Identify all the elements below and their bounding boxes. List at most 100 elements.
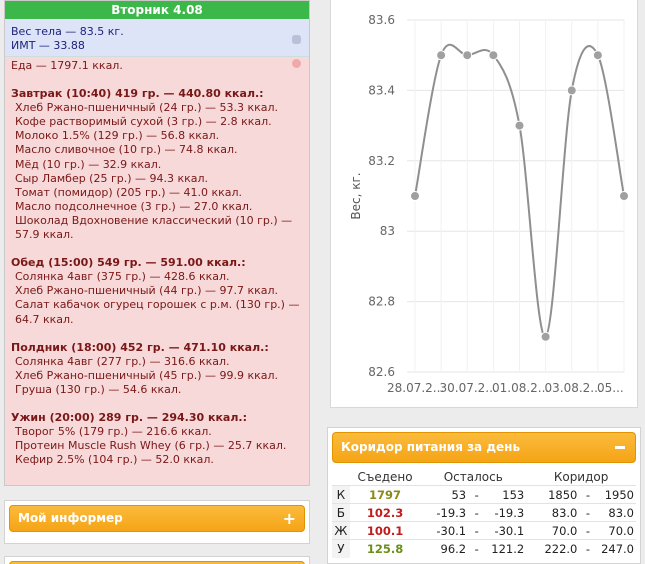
informer-widget: Мой информер + [4, 500, 310, 544]
corridor-toggle[interactable]: Коридор питания за день [332, 432, 636, 463]
corridor-max: 70.0 [596, 521, 636, 540]
header-spacer [332, 469, 350, 486]
plus-icon[interactable]: + [283, 506, 296, 531]
day-title: Вторник 4.08 [5, 1, 309, 19]
corridor-min: 1850 [526, 485, 580, 504]
x-tick-label: 30.07.2... [440, 381, 497, 395]
corridor-max: 247.0 [596, 539, 636, 558]
meal-title: Полдник (18:00) 452 гр. — 471.10 ккал.: [11, 340, 269, 354]
meal-item: 64.7 ккал. [15, 312, 74, 326]
corridor-row: У 125.8 96.2-121.2 222.0-247.0 [332, 539, 636, 558]
corridor-min: 83.0 [526, 503, 580, 522]
meal-item: Мёд (10 гр.) — 32.9 ккал. [15, 157, 162, 171]
row-label: Ж [332, 521, 350, 540]
row-label: К [332, 485, 350, 504]
row-label: У [332, 539, 350, 558]
bmi-value: ИМТ — 33.88 [11, 39, 85, 52]
y-tick-label: 83.2 [368, 154, 395, 168]
body-metrics: Вес тела — 83.5 кг. ИМТ — 33.88 [5, 19, 309, 57]
meal-item: Хлеб Ржано-пшеничный (44 гр.) — 97.7 кка… [15, 284, 279, 298]
y-tick-label: 82.8 [368, 295, 395, 309]
left-dash: - [468, 521, 486, 540]
weight-data-point [462, 50, 473, 61]
meal-item: Кефир 2.5% (104 гр.) — 52.0 ккал. [15, 453, 214, 467]
corridor-row: Б 102.3 -19.3- -19.3 83.0-83.0 [332, 503, 636, 522]
left-dash: - [468, 503, 486, 522]
x-tick-label: 01.08.2... [492, 381, 549, 395]
left-min: 53 [420, 485, 469, 504]
meal-list: Завтрак (10:40) 419 гр. — 440.80 ккал.: Х… [11, 87, 303, 467]
meal-item: Творог 5% (179 гр.) — 216.6 ккал. [15, 425, 212, 439]
left-max: -30.1 [485, 521, 527, 540]
weight-data-point [540, 331, 551, 342]
corridor-min: 70.0 [526, 521, 580, 540]
meal-item: Сыр Ламбер (25 гр.) — 94.3 ккал. [15, 171, 209, 185]
left-dash: - [468, 539, 486, 558]
left-min: -30.1 [420, 521, 469, 540]
meal-item: Масло сливочное (10 гр.) — 74.8 ккал. [15, 143, 238, 157]
meal-item: Груша (130 гр.) — 54.6 ккал. [15, 382, 182, 396]
meal-item: Томат (помидор) (205 гр.) — 41.0 ккал. [15, 185, 243, 199]
header-left: Осталось [443, 470, 503, 484]
meal-item: Хлеб Ржано-пшеничный (24 гр.) — 53.3 кка… [15, 101, 279, 115]
corridor-row: К 1797 53-153 1850-1950 [332, 485, 636, 504]
weight-chart-panel: 83.6 83.4 83.2 83 82.8 82.6 Вес, кг. 28.07.2...… [327, 0, 641, 414]
weight-data-point [619, 191, 629, 201]
x-tick-label: 03.08.2... [545, 381, 602, 395]
eaten-value: 100.1 [349, 521, 421, 540]
corridor-dash: - [579, 503, 597, 522]
x-tick-label: 05... [597, 381, 624, 395]
y-tick-label: 83.4 [368, 83, 395, 97]
meal-item: Кофе растворимый сухой (3 гр.) — 2.8 кка… [15, 115, 272, 129]
informer-button[interactable]: Мой информер + [9, 505, 305, 532]
meal-item: Хлеб Ржано-пшеничный (45 гр.) — 99.9 кка… [15, 368, 279, 382]
weight-data-point [566, 85, 577, 96]
weight-data-point [488, 50, 499, 61]
meal-item: Шоколад Вдохновение классический (10 гр.… [15, 213, 293, 227]
y-tick-label: 83.6 [368, 13, 395, 27]
header-corridor: Коридор [553, 470, 609, 484]
eaten-value: 1797 [349, 485, 421, 504]
row-label: Б [332, 503, 350, 522]
weight-data-point [410, 191, 420, 201]
meal-title: Завтрак (10:40) 419 гр. — 440.80 ккал.: [11, 87, 264, 101]
corridor-row: Ж 100.1 -30.1- -30.1 70.0-70.0 [332, 521, 636, 540]
x-tick-label: 28.07.2... [387, 381, 444, 395]
corridor-max: 1950 [596, 485, 636, 504]
meal-item: Солянка 4авг (375 гр.) — 428.6 ккал. [15, 270, 230, 284]
apple-icon[interactable] [292, 59, 301, 68]
corridor-dash: - [579, 485, 597, 504]
day-diary-panel: Вторник 4.08 Вес тела — 83.5 кг. ИМТ — 3… [4, 0, 310, 486]
weight-chart: 83.6 83.4 83.2 83 82.8 82.6 Вес, кг. 28.07.2...… [330, 0, 638, 408]
meal-item: Молоко 1.5% (129 гр.) — 56.8 ккал. [15, 129, 220, 143]
meal-item: Протеин Muscle Rush Whey (6 гр.) — 25.7 … [15, 439, 287, 453]
minus-icon[interactable] [615, 446, 625, 449]
corridor-table: Съедено Осталось Коридор К 1797 53-153 1850… [332, 469, 636, 558]
y-tick-label: 83 [380, 224, 395, 238]
meal-item: Салат кабачок огурец горошек с р.м. (130… [15, 298, 300, 312]
header-eaten: Съедено [357, 470, 413, 484]
left-min: -19.3 [420, 503, 469, 522]
eaten-value: 125.8 [349, 539, 421, 558]
corridor-dash: - [579, 539, 597, 558]
food-diary: Еда — 1797.1 ккал. Завтрак (10:40) 419 г… [5, 57, 309, 469]
meal-title: Ужин (20:00) 289 гр. — 294.30 ккал.: [11, 410, 247, 424]
page: { "diary": { "day_title": "Вторник 4.08"… [0, 0, 645, 564]
weight-chart-svg: 83.6 83.4 83.2 83 82.8 82.6 Вес, кг. 28.07.2...… [349, 13, 629, 395]
weight-data-point [592, 50, 603, 61]
left-max: 121.2 [485, 539, 527, 558]
weight-data-point [436, 50, 447, 61]
meal-item: Масло подсолнечное (3 гр.) — 27.0 ккал. [15, 199, 253, 213]
left-dash: - [468, 485, 486, 504]
corridor-label: Коридор питания за день [341, 440, 521, 454]
weight-data-point [514, 120, 525, 131]
corridor-max: 83.0 [596, 503, 636, 522]
eaten-value: 102.3 [349, 503, 421, 522]
y-axis-label: Вес, кг. [349, 172, 363, 219]
meal-title: Обед (15:00) 549 гр. — 591.00 ккал.: [11, 256, 246, 270]
edit-icon[interactable] [292, 35, 301, 44]
corridor-dash: - [579, 521, 597, 540]
next-widget [4, 556, 310, 564]
left-max: 153 [485, 485, 527, 504]
informer-label: Мой информер [18, 511, 123, 525]
